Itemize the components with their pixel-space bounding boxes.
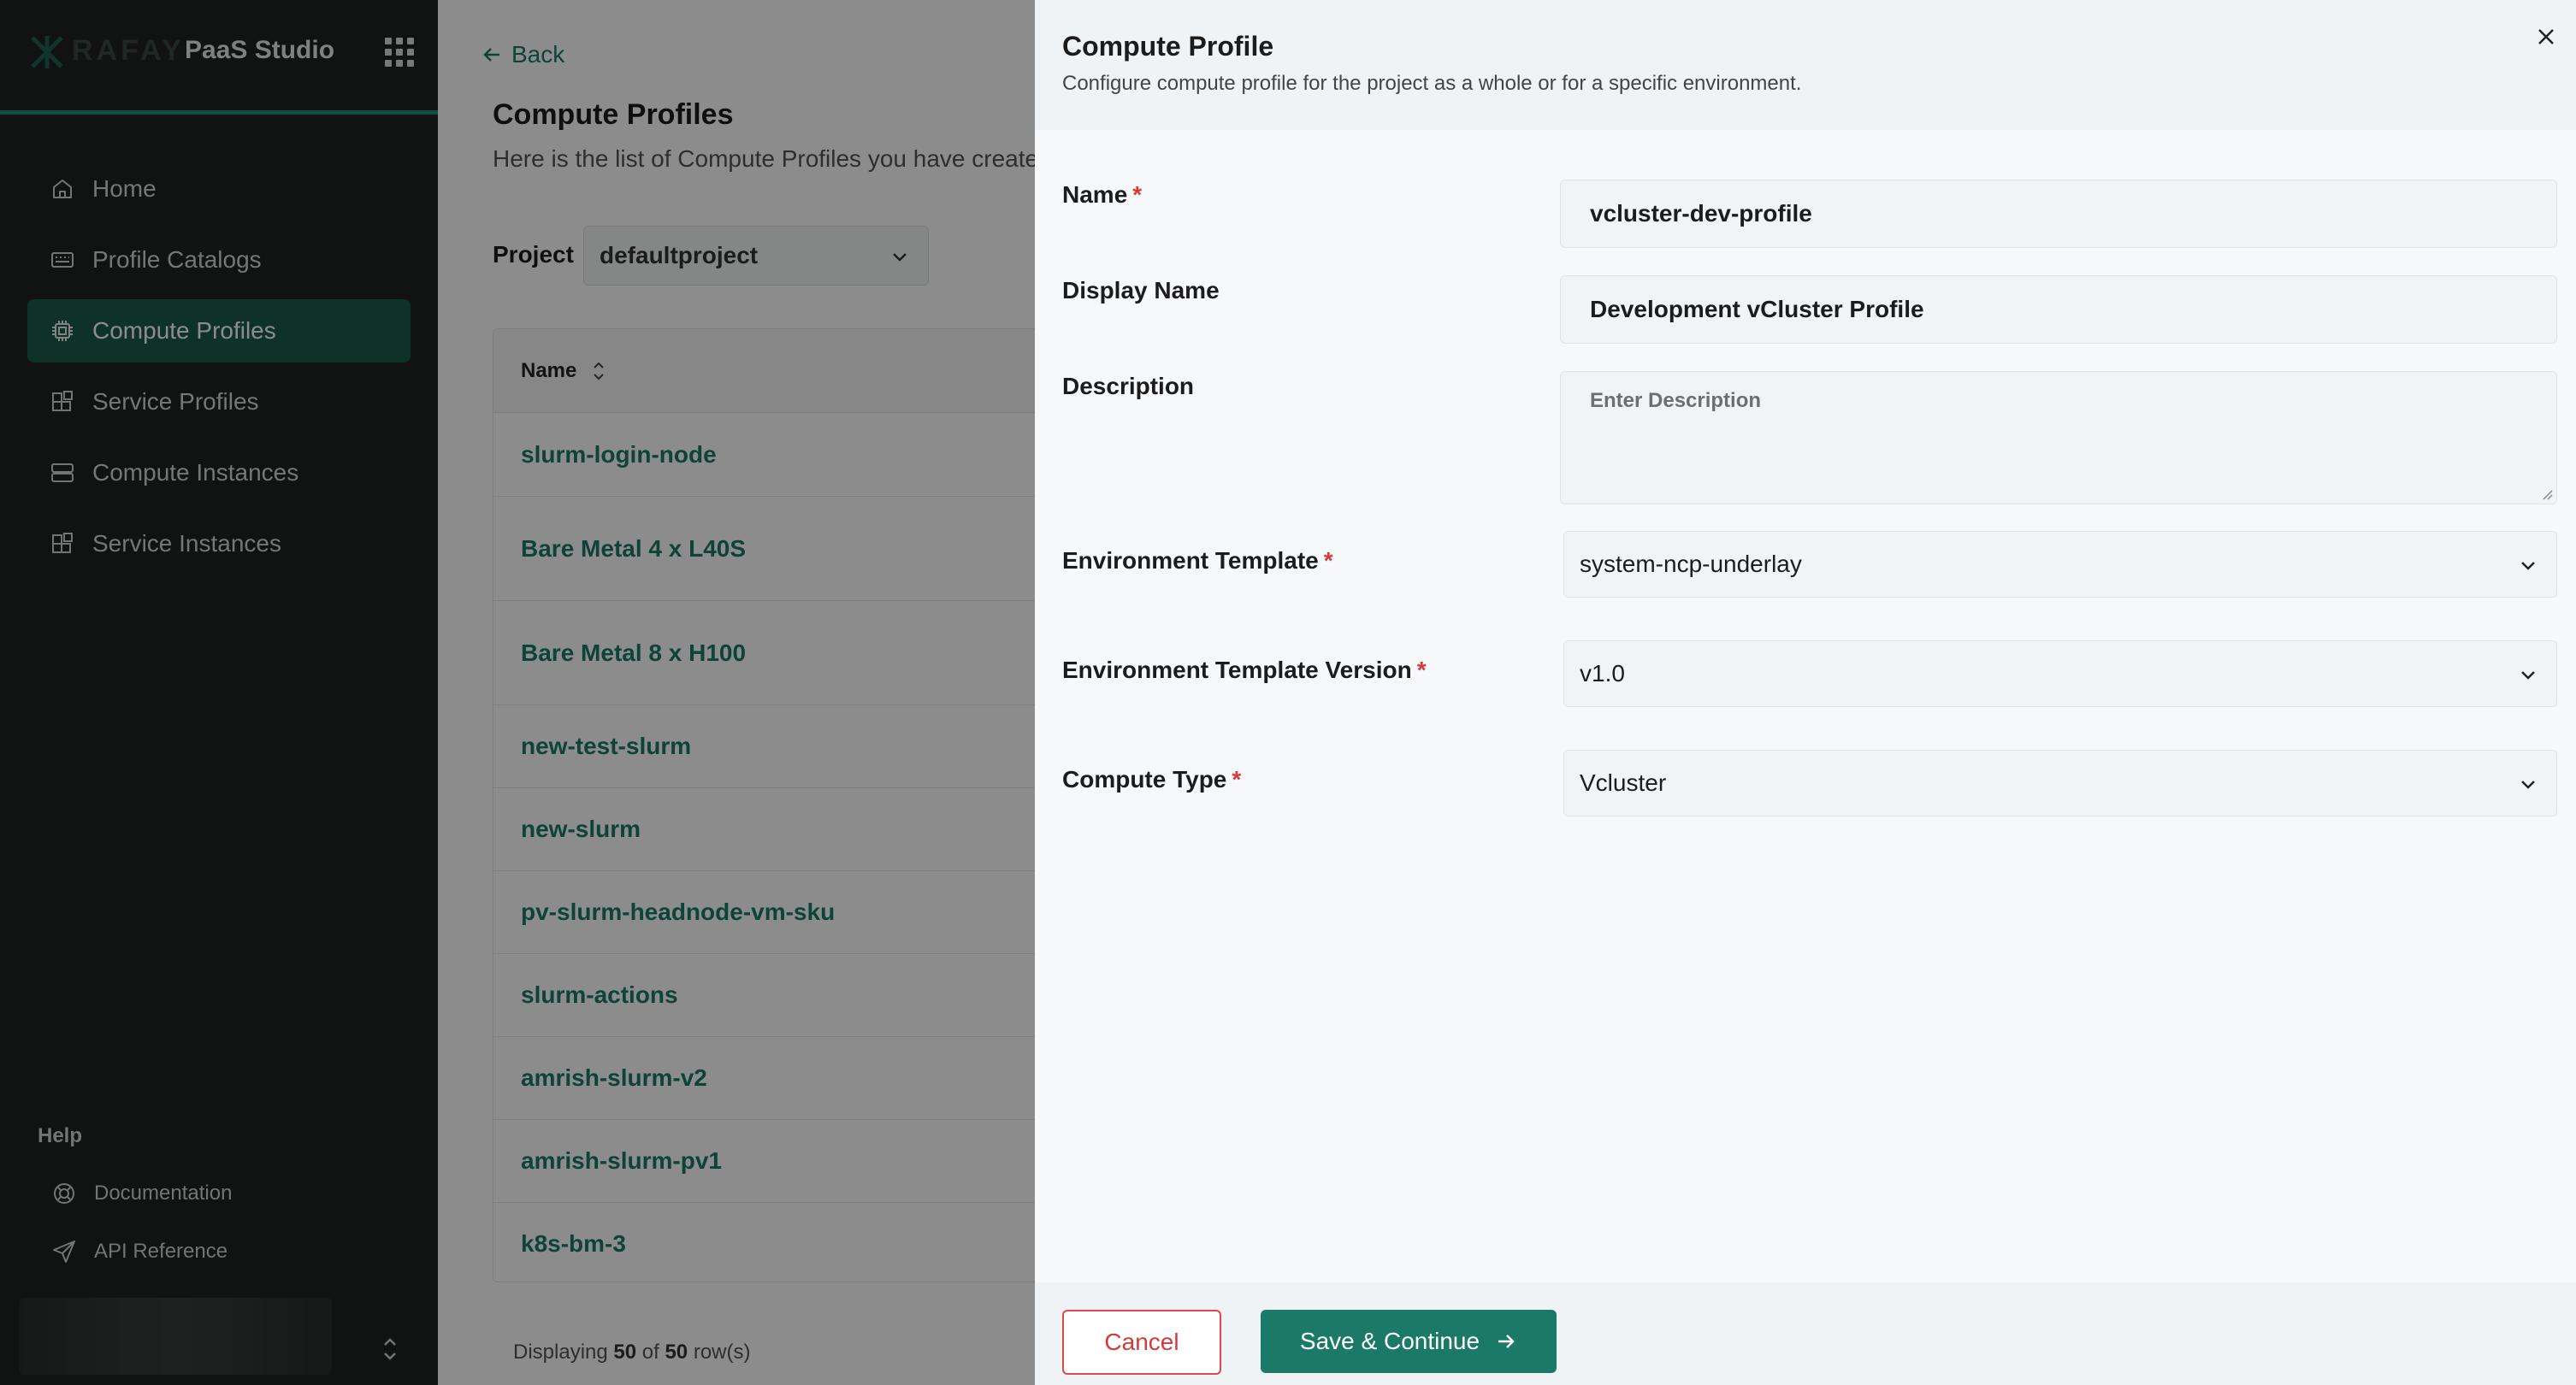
name-input[interactable]: vcluster-dev-profile <box>1560 180 2557 248</box>
description-placeholder: Enter Description <box>1590 389 1762 412</box>
env-template-label-text: Environment Template <box>1062 547 1319 574</box>
compute-type-label: Compute Type * <box>1062 766 1241 793</box>
display-name-label: Display Name <box>1062 277 1220 304</box>
chevron-down-icon <box>2521 671 2535 680</box>
compute-profile-drawer: Compute Profile Configure compute profil… <box>1035 0 2576 1385</box>
display-name-input[interactable]: Development vCluster Profile <box>1560 275 2557 344</box>
env-template-version-select[interactable]: v1.0 <box>1563 640 2557 707</box>
drawer-header: Compute Profile Configure compute profil… <box>1035 0 2576 130</box>
env-template-version-value: v1.0 <box>1580 660 1625 687</box>
description-textarea[interactable]: Enter Description <box>1560 371 2557 504</box>
close-icon <box>2538 29 2554 44</box>
compute-type-value: Vcluster <box>1580 769 1667 796</box>
env-template-label: Environment Template * <box>1062 547 1333 575</box>
compute-type-select[interactable]: Vcluster <box>1563 750 2557 816</box>
display-name-input-value: Development vCluster Profile <box>1590 296 1924 322</box>
env-template-version-label-text: Environment Template Version <box>1062 657 1412 683</box>
description-label: Description <box>1062 373 1195 399</box>
drawer-title: Compute Profile <box>1062 31 1274 62</box>
env-template-value: system-ncp-underlay <box>1580 551 1802 577</box>
name-input-value: vcluster-dev-profile <box>1590 200 1812 227</box>
env-template-version-label: Environment Template Version * <box>1062 657 1427 684</box>
save-continue-label: Save & Continue <box>1299 1328 1480 1354</box>
chevron-down-icon <box>2521 562 2535 570</box>
arrow-right-icon <box>1498 1335 1515 1348</box>
required-marker: * <box>1132 181 1143 208</box>
drawer-footer: Cancel Save & Continue <box>1035 1282 2576 1385</box>
env-template-select[interactable]: system-ncp-underlay <box>1563 531 2557 598</box>
name-label-text: Name <box>1062 181 1128 208</box>
compute-type-label-text: Compute Type <box>1062 766 1227 793</box>
drawer-subtitle: Configure compute profile for the projec… <box>1062 72 1802 95</box>
save-continue-button[interactable]: Save & Continue <box>1261 1310 1557 1373</box>
chevron-down-icon <box>2521 781 2535 789</box>
resize-handle-icon[interactable] <box>2541 488 2553 500</box>
name-label: Name * <box>1062 181 1142 209</box>
cancel-button[interactable]: Cancel <box>1062 1310 1221 1375</box>
required-marker: * <box>1323 547 1333 574</box>
close-button[interactable] <box>2533 24 2559 50</box>
required-marker: * <box>1416 657 1427 683</box>
required-marker: * <box>1232 766 1242 793</box>
